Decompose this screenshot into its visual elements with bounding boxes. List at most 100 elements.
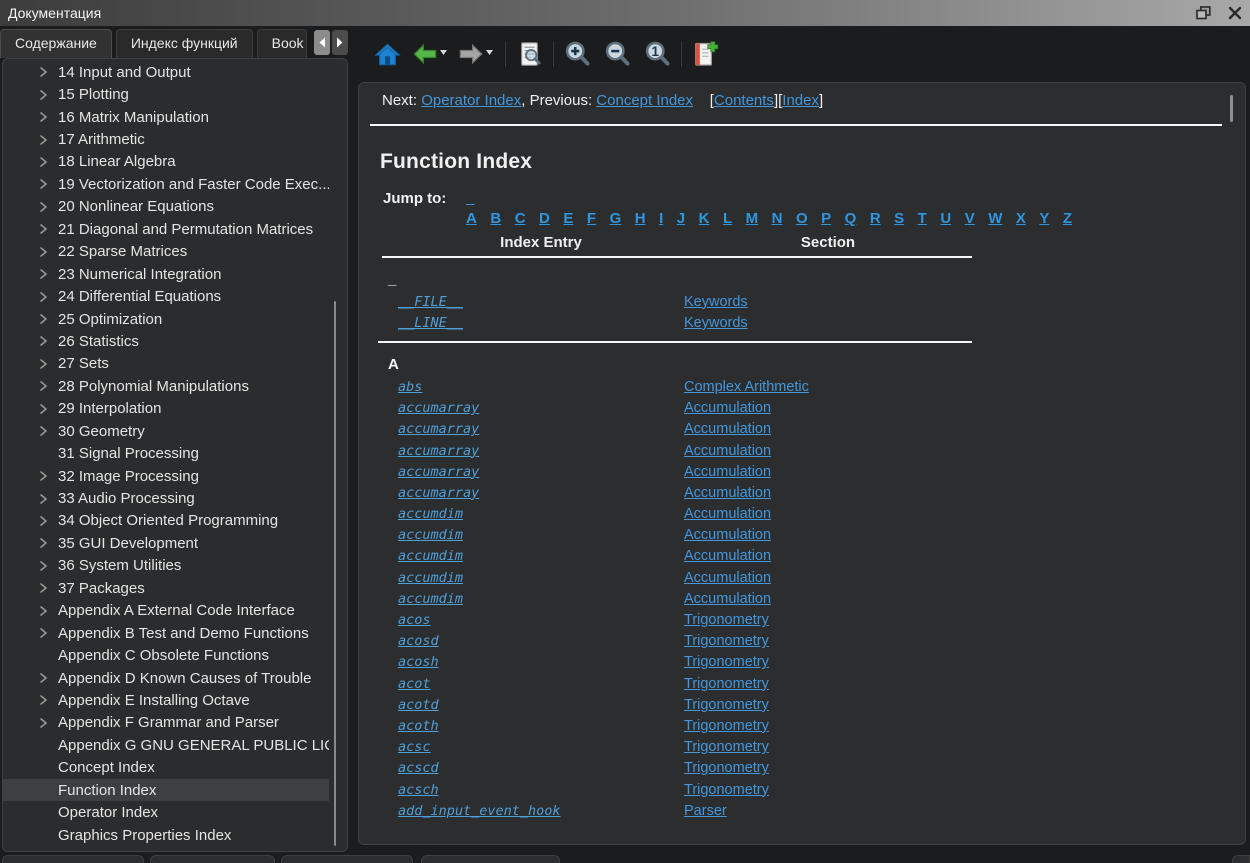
index-link[interactable]: Index: [782, 92, 819, 109]
tree-item[interactable]: Appendix C Obsolete Functions: [3, 644, 329, 666]
forward-button[interactable]: [456, 39, 486, 69]
entry-link[interactable]: __LINE__: [398, 315, 463, 331]
zoom-original-button[interactable]: 1: [642, 39, 672, 69]
chevron-right-icon[interactable]: [37, 66, 49, 78]
chevron-right-icon[interactable]: [37, 291, 49, 303]
zoom-in-button[interactable]: [562, 39, 592, 69]
tree-item[interactable]: 22 Sparse Matrices: [3, 241, 329, 263]
letter-link[interactable]: C: [515, 210, 526, 227]
content-scrollbar[interactable]: [1230, 95, 1233, 122]
section-link[interactable]: Accumulation: [684, 400, 771, 416]
section-link[interactable]: Trigonometry: [684, 718, 769, 734]
section-link[interactable]: Accumulation: [684, 591, 771, 607]
chevron-right-icon[interactable]: [37, 246, 49, 258]
entry-link[interactable]: accumdim: [398, 548, 463, 564]
tree-item[interactable]: 37 Packages: [3, 577, 329, 599]
section-link[interactable]: Trigonometry: [684, 612, 769, 628]
next-link[interactable]: Operator Index: [421, 92, 521, 109]
tree-item[interactable]: 18 Linear Algebra: [3, 151, 329, 173]
entry-link[interactable]: acscd: [398, 760, 439, 776]
chevron-right-icon[interactable]: [37, 178, 49, 190]
chevron-right-icon[interactable]: [37, 89, 49, 101]
chevron-right-icon[interactable]: [37, 493, 49, 505]
entry-link[interactable]: acotd: [398, 697, 439, 713]
letter-link[interactable]: K: [699, 210, 710, 227]
letter-link[interactable]: U: [940, 210, 951, 227]
letter-link[interactable]: H: [635, 210, 646, 227]
tab-scroll-right-button[interactable]: [332, 30, 348, 55]
letter-link[interactable]: M: [746, 210, 759, 227]
entry-link[interactable]: accumarray: [398, 443, 479, 459]
chevron-right-icon[interactable]: [37, 223, 49, 235]
tree-item[interactable]: 35 GUI Development: [3, 532, 329, 554]
entry-link[interactable]: acsc: [398, 739, 431, 755]
entry-link[interactable]: acosh: [398, 654, 439, 670]
chevron-right-icon[interactable]: [37, 717, 49, 729]
entry-link[interactable]: __FILE__: [398, 294, 463, 310]
letter-link[interactable]: J: [677, 210, 685, 227]
tree-item[interactable]: 34 Object Oriented Programming: [3, 510, 329, 532]
letter-link[interactable]: X: [1016, 210, 1026, 227]
letter-link[interactable]: S: [894, 210, 904, 227]
letter-link[interactable]: A: [466, 210, 477, 227]
previous-link[interactable]: Concept Index: [596, 92, 693, 109]
tree-item[interactable]: Appendix F Grammar and Parser: [3, 712, 329, 734]
entry-link[interactable]: acos: [398, 612, 431, 628]
tree-item[interactable]: 15 Plotting: [3, 83, 329, 105]
chevron-right-icon[interactable]: [37, 403, 49, 415]
section-link[interactable]: Complex Arithmetic: [684, 379, 809, 395]
letter-link[interactable]: O: [796, 210, 808, 227]
section-link[interactable]: Trigonometry: [684, 739, 769, 755]
entry-link[interactable]: acot: [398, 676, 431, 692]
entry-link[interactable]: abs: [398, 379, 422, 395]
section-link[interactable]: Accumulation: [684, 506, 771, 522]
chevron-right-icon[interactable]: [37, 268, 49, 280]
tree-item[interactable]: 14 Input and Output: [3, 61, 329, 83]
tree-item[interactable]: 30 Geometry: [3, 420, 329, 442]
section-link[interactable]: Accumulation: [684, 421, 771, 437]
letter-link[interactable]: P: [821, 210, 831, 227]
letter-link[interactable]: B: [490, 210, 501, 227]
tree-item[interactable]: 28 Polynomial Manipulations: [3, 375, 329, 397]
tree-item[interactable]: 29 Interpolation: [3, 398, 329, 420]
sidebar-scrollbar[interactable]: [334, 301, 336, 846]
chevron-right-icon[interactable]: [37, 425, 49, 437]
letter-link[interactable]: W: [988, 210, 1002, 227]
chevron-right-icon[interactable]: [37, 156, 49, 168]
letter-link[interactable]: D: [539, 210, 550, 227]
tree-item[interactable]: Appendix B Test and Demo Functions: [3, 622, 329, 644]
entry-link[interactable]: accumdim: [398, 527, 463, 543]
tree-item[interactable]: Appendix A External Code Interface: [3, 600, 329, 622]
chevron-right-icon[interactable]: [37, 672, 49, 684]
tree-item[interactable]: 21 Diagonal and Permutation Matrices: [3, 218, 329, 240]
tree-item[interactable]: Function Index: [3, 779, 329, 801]
letter-link[interactable]: N: [772, 210, 783, 227]
chevron-right-icon[interactable]: [37, 582, 49, 594]
entry-link[interactable]: accumarray: [398, 485, 479, 501]
entry-link[interactable]: accumdim: [398, 591, 463, 607]
section-link[interactable]: Keywords: [684, 315, 748, 331]
section-link[interactable]: Parser: [684, 803, 727, 819]
entry-link[interactable]: acoth: [398, 718, 439, 734]
chevron-right-icon[interactable]: [37, 111, 49, 123]
tree-item[interactable]: 32 Image Processing: [3, 465, 329, 487]
entry-link[interactable]: accumdim: [398, 506, 463, 522]
chevron-right-icon[interactable]: [37, 515, 49, 527]
letter-link[interactable]: T: [918, 210, 927, 227]
back-button[interactable]: [410, 39, 440, 69]
chevron-right-icon[interactable]: [37, 470, 49, 482]
tree-item[interactable]: 17 Arithmetic: [3, 128, 329, 150]
home-button[interactable]: [372, 39, 402, 69]
chevron-right-icon[interactable]: [37, 627, 49, 639]
add-bookmark-button[interactable]: [690, 39, 720, 69]
tree-item[interactable]: 36 System Utilities: [3, 555, 329, 577]
tree-item[interactable]: Appendix E Installing Octave: [3, 689, 329, 711]
section-link[interactable]: Trigonometry: [684, 633, 769, 649]
letter-link[interactable]: Q: [845, 210, 857, 227]
chevron-right-icon[interactable]: [37, 380, 49, 392]
tab-bookmarks[interactable]: Book: [257, 29, 307, 58]
chevron-right-icon[interactable]: [37, 694, 49, 706]
entry-link[interactable]: accumarray: [398, 464, 479, 480]
jump-underscore-link[interactable]: _: [466, 190, 474, 207]
letter-link[interactable]: Z: [1063, 210, 1072, 227]
